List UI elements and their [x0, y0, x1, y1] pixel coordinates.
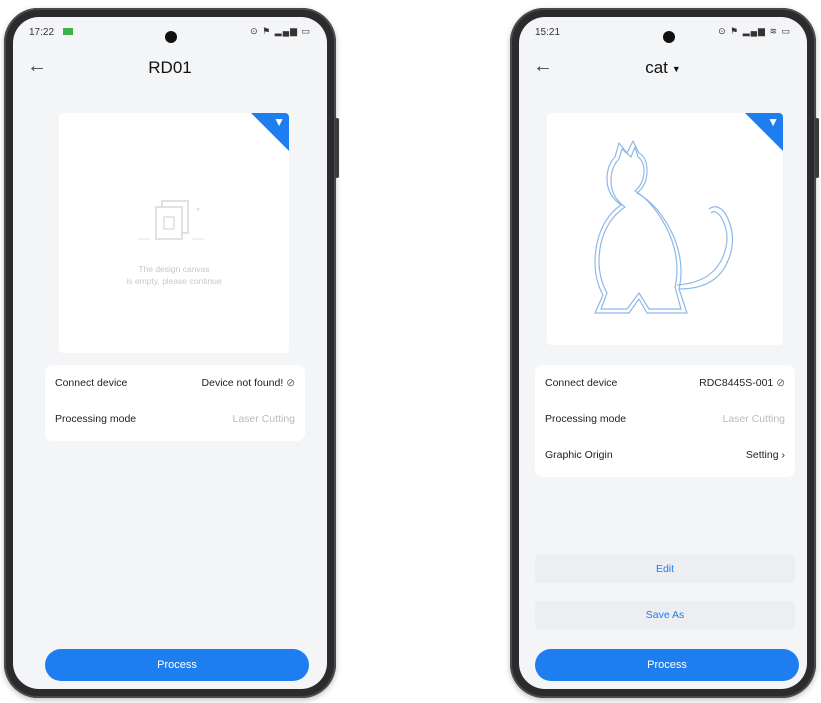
cat-outline-graphic	[594, 140, 734, 314]
notification-icon	[63, 28, 73, 35]
row-value: RDC8445S-001 ⊘	[699, 377, 785, 389]
filter-icon[interactable]: ▼	[273, 115, 285, 129]
left-phone: 17:22 ⊙ ⚑ ▂▄▆ ▭ ← RD01 ▼ The design canv…	[4, 8, 339, 698]
row-label: Connect device	[545, 377, 618, 389]
process-button[interactable]: Process	[535, 649, 799, 681]
link-icon[interactable]: ⊘	[776, 377, 785, 389]
empty-canvas-icon	[138, 200, 204, 240]
navbar: ← RD01	[13, 55, 327, 85]
row-label: Processing mode	[55, 413, 137, 425]
design-preview[interactable]: ▼	[547, 113, 783, 345]
row-graphic-origin[interactable]: Graphic Origin Setting ›	[535, 437, 795, 473]
status-time: 15:21	[535, 27, 561, 38]
chevron-right-icon: ›	[781, 449, 786, 461]
row-connect-device[interactable]: Connect device Device not found! ⊘	[45, 365, 305, 401]
row-connect-device[interactable]: Connect device RDC8445S-001 ⊘	[535, 365, 795, 401]
settings-card: Connect device RDC8445S-001 ⊘ Processing…	[535, 365, 795, 477]
row-label: Processing mode	[545, 413, 627, 425]
status-bar: 17:22 ⊙ ⚑ ▂▄▆ ▭	[13, 25, 327, 41]
status-bar: 15:21 ⊙ ⚑ ▂▄▆ ≋ ▭	[519, 25, 807, 41]
row-value: Device not found! ⊘	[201, 377, 295, 389]
row-processing-mode[interactable]: Processing mode Laser Cutting	[535, 401, 795, 437]
right-phone: 15:21 ⊙ ⚑ ▂▄▆ ≋ ▭ ← cat ▼ ▼ Connect devic…	[510, 8, 819, 698]
row-value: Laser Cutting	[722, 413, 785, 425]
status-icons: ⊙ ⚑ ▂▄▆ ≋ ▭	[718, 26, 791, 36]
row-value: Setting ›	[745, 449, 786, 461]
status-icons: ⊙ ⚑ ▂▄▆ ▭	[250, 26, 311, 36]
caret-down-icon[interactable]: ▼	[672, 64, 681, 74]
design-preview[interactable]: ▼ The design canvas is empty, please con…	[59, 113, 289, 353]
link-icon[interactable]: ⊘	[286, 377, 295, 389]
row-label: Connect device	[55, 377, 128, 389]
row-processing-mode[interactable]: Processing mode Laser Cutting	[45, 401, 305, 437]
empty-canvas-text: The design canvas is empty, please conti…	[59, 263, 289, 287]
row-value: Laser Cutting	[232, 413, 295, 425]
navbar: ← cat ▼	[519, 55, 807, 85]
save-as-button[interactable]: Save As	[535, 601, 795, 629]
right-screen: 15:21 ⊙ ⚑ ▂▄▆ ≋ ▭ ← cat ▼ ▼ Connect devic…	[519, 17, 807, 689]
edit-button[interactable]: Edit	[535, 555, 795, 583]
left-screen: 17:22 ⊙ ⚑ ▂▄▆ ▭ ← RD01 ▼ The design canv…	[13, 17, 327, 689]
status-time: 17:22	[29, 27, 55, 38]
page-title[interactable]: cat ▼	[519, 58, 807, 78]
empty-text-line-1: The design canvas	[138, 264, 210, 274]
settings-card: Connect device Device not found! ⊘ Proce…	[45, 365, 305, 441]
empty-text-line-2: is empty, please continue	[126, 276, 222, 286]
row-label: Graphic Origin	[545, 449, 613, 461]
page-title: RD01	[148, 58, 192, 77]
process-button[interactable]: Process	[45, 649, 309, 681]
